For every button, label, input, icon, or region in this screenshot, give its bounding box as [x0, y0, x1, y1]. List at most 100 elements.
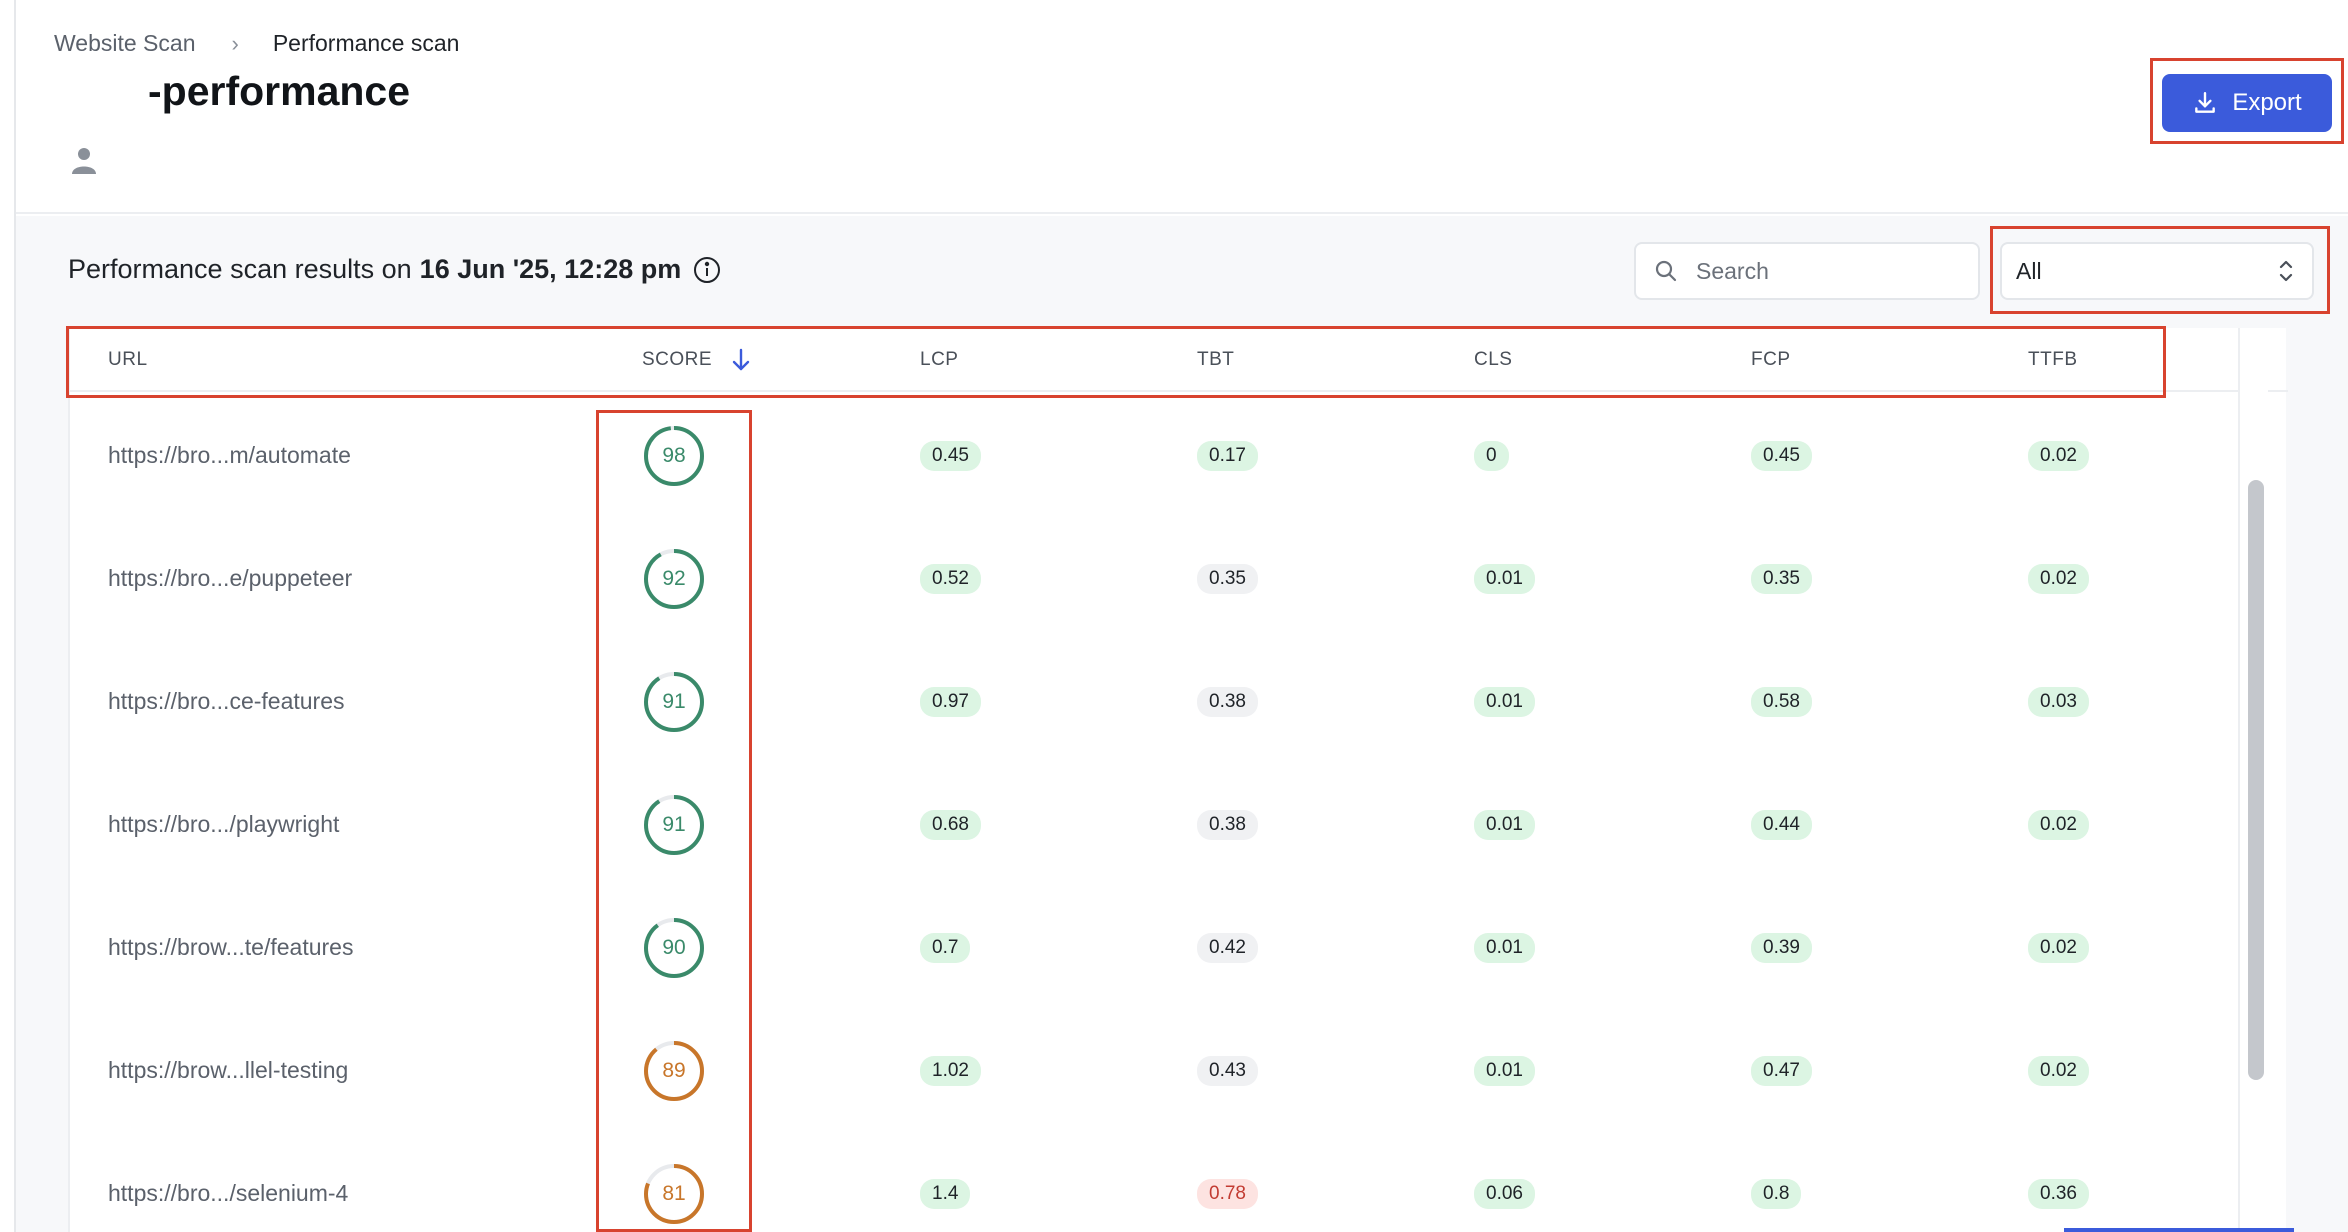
tbt-value-badge: 0.43 [1197, 1055, 1258, 1086]
column-header-score[interactable]: SCORE [642, 328, 752, 392]
score-value: 89 [662, 1058, 686, 1082]
column-header-lcp[interactable]: LCP [920, 328, 958, 392]
url-cell[interactable]: https://bro.../playwright [108, 763, 339, 886]
ttfb-value-badge: 0.02 [2028, 1055, 2089, 1086]
lcp-cell: 0.68 [920, 763, 981, 886]
score-cell: 91 [642, 763, 706, 886]
results-heading: Performance scan results on 16 Jun '25, … [68, 254, 721, 285]
tbt-value-badge: 0.35 [1197, 563, 1258, 594]
column-header-url[interactable]: URL [108, 328, 148, 392]
cls-value-badge: 0 [1474, 440, 1509, 471]
search-icon [1655, 260, 1677, 282]
tbt-value-badge: 0.42 [1197, 932, 1258, 963]
lcp-cell: 1.02 [920, 1009, 981, 1132]
ttfb-value-badge: 0.02 [2028, 563, 2089, 594]
ttfb-cell: 0.02 [2028, 763, 2089, 886]
tbt-cell: 0.42 [1197, 886, 1258, 1009]
info-icon[interactable] [693, 256, 721, 284]
url-cell[interactable]: https://bro...ce-features [108, 640, 345, 763]
column-header-tbt[interactable]: TBT [1197, 328, 1234, 392]
cls-cell: 0.06 [1474, 1132, 1535, 1232]
ttfb-cell: 0.02 [2028, 517, 2089, 640]
cls-cell: 0.01 [1474, 1009, 1535, 1132]
score-cell: 91 [642, 640, 706, 763]
cls-cell: 0.01 [1474, 517, 1535, 640]
fcp-cell: 0.44 [1751, 763, 1812, 886]
score-cell: 81 [642, 1132, 706, 1232]
tbt-cell: 0.38 [1197, 640, 1258, 763]
fcp-value-badge: 0.35 [1751, 563, 1812, 594]
cls-value-badge: 0.01 [1474, 563, 1535, 594]
page: Website Scan › Performance scan -perform… [14, 0, 2348, 1232]
tbt-value-badge: 0.38 [1197, 809, 1258, 840]
search-field[interactable] [1634, 242, 1980, 300]
ttfb-cell: 0.02 [2028, 886, 2089, 1009]
chevron-up-down-icon [2279, 260, 2293, 282]
search-input[interactable] [1696, 257, 1956, 285]
score-gauge: 90 [642, 916, 706, 980]
cls-cell: 0 [1474, 394, 1509, 517]
ttfb-value-badge: 0.02 [2028, 932, 2089, 963]
table-row[interactable]: https://bro...e/puppeteer 92 0.52 0.35 0.01 0… [70, 517, 2288, 640]
lcp-value-badge: 1.02 [920, 1055, 981, 1086]
fcp-value-badge: 0.8 [1751, 1178, 1802, 1209]
tbt-cell: 0.38 [1197, 763, 1258, 886]
column-header-ttfb[interactable]: TTFB [2028, 328, 2078, 392]
ttfb-value-badge: 0.03 [2028, 686, 2089, 717]
lcp-cell: 1.4 [920, 1132, 971, 1232]
fcp-cell: 0.47 [1751, 1009, 1812, 1132]
tbt-cell: 0.43 [1197, 1009, 1258, 1132]
column-header-fcp[interactable]: FCP [1751, 328, 1791, 392]
table-row[interactable]: https://bro...m/automate 98 0.45 0.17 0 0.45 0… [70, 394, 2288, 517]
breadcrumb: Website Scan › Performance scan [54, 30, 459, 57]
cls-cell: 0.01 [1474, 763, 1535, 886]
results-prefix: Performance scan results on [68, 254, 412, 284]
score-gauge: 98 [642, 424, 706, 488]
cls-cell: 0.01 [1474, 640, 1535, 763]
score-gauge: 89 [642, 1039, 706, 1103]
lcp-cell: 0.97 [920, 640, 981, 763]
table-row[interactable]: https://bro.../playwright 91 0.68 0.38 0.01 0… [70, 763, 2288, 886]
lcp-value-badge: 0.7 [920, 932, 971, 963]
breadcrumb-current: Performance scan [272, 30, 460, 56]
ttfb-value-badge: 0.02 [2028, 440, 2089, 471]
score-cell: 98 [642, 394, 706, 517]
filter-selected-value: All [2016, 257, 2042, 284]
url-cell[interactable]: https://brow...te/features [108, 886, 353, 1009]
filter-select[interactable]: All [2000, 242, 2314, 300]
export-button[interactable]: Export [2162, 74, 2332, 132]
tbt-value-badge: 0.78 [1197, 1178, 1258, 1209]
page-header: Website Scan › Performance scan -perform… [16, 0, 2348, 214]
score-value: 98 [662, 443, 686, 467]
arrow-down-icon[interactable] [730, 347, 752, 373]
table-header: URL SCORE LCP TBT CLS FCP TTFB [70, 328, 2288, 392]
url-cell[interactable]: https://bro...e/puppeteer [108, 517, 352, 640]
url-cell[interactable]: https://brow...llel-testing [108, 1009, 348, 1132]
score-gauge: 92 [642, 547, 706, 611]
table-row[interactable]: https://brow...llel-testing 89 1.02 0.43 0.0… [70, 1009, 2288, 1132]
results-panel: Performance scan results on 16 Jun '25, … [16, 216, 2348, 1232]
table-row[interactable]: https://brow...te/features 90 0.7 0.42 0.01 0… [70, 886, 2288, 1009]
cls-value-badge: 0.01 [1474, 809, 1535, 840]
lcp-cell: 0.52 [920, 517, 981, 640]
score-gauge: 91 [642, 670, 706, 734]
lcp-value-badge: 1.4 [920, 1178, 971, 1209]
score-value: 81 [662, 1181, 686, 1205]
table-row[interactable]: https://bro...ce-features 91 0.97 0.38 0.01 0… [70, 640, 2288, 763]
fcp-cell: 0.8 [1751, 1132, 1802, 1232]
user-icon [72, 148, 96, 174]
table-row[interactable]: https://bro.../selenium-4 81 1.4 0.78 0.06 0.… [70, 1132, 2288, 1232]
ttfb-cell: 0.36 [2028, 1132, 2089, 1232]
score-gauge: 91 [642, 793, 706, 857]
score-value: 91 [662, 812, 686, 836]
column-header-cls[interactable]: CLS [1474, 328, 1512, 392]
breadcrumb-website-scan[interactable]: Website Scan [54, 30, 195, 57]
fcp-value-badge: 0.39 [1751, 932, 1812, 963]
cls-value-badge: 0.01 [1474, 932, 1535, 963]
url-cell[interactable]: https://bro...m/automate [108, 394, 351, 517]
score-value: 91 [662, 689, 686, 713]
lcp-value-badge: 0.97 [920, 686, 981, 717]
lcp-cell: 0.45 [920, 394, 981, 517]
scrollbar-thumb[interactable] [2248, 480, 2264, 1080]
url-cell[interactable]: https://bro.../selenium-4 [108, 1132, 348, 1232]
